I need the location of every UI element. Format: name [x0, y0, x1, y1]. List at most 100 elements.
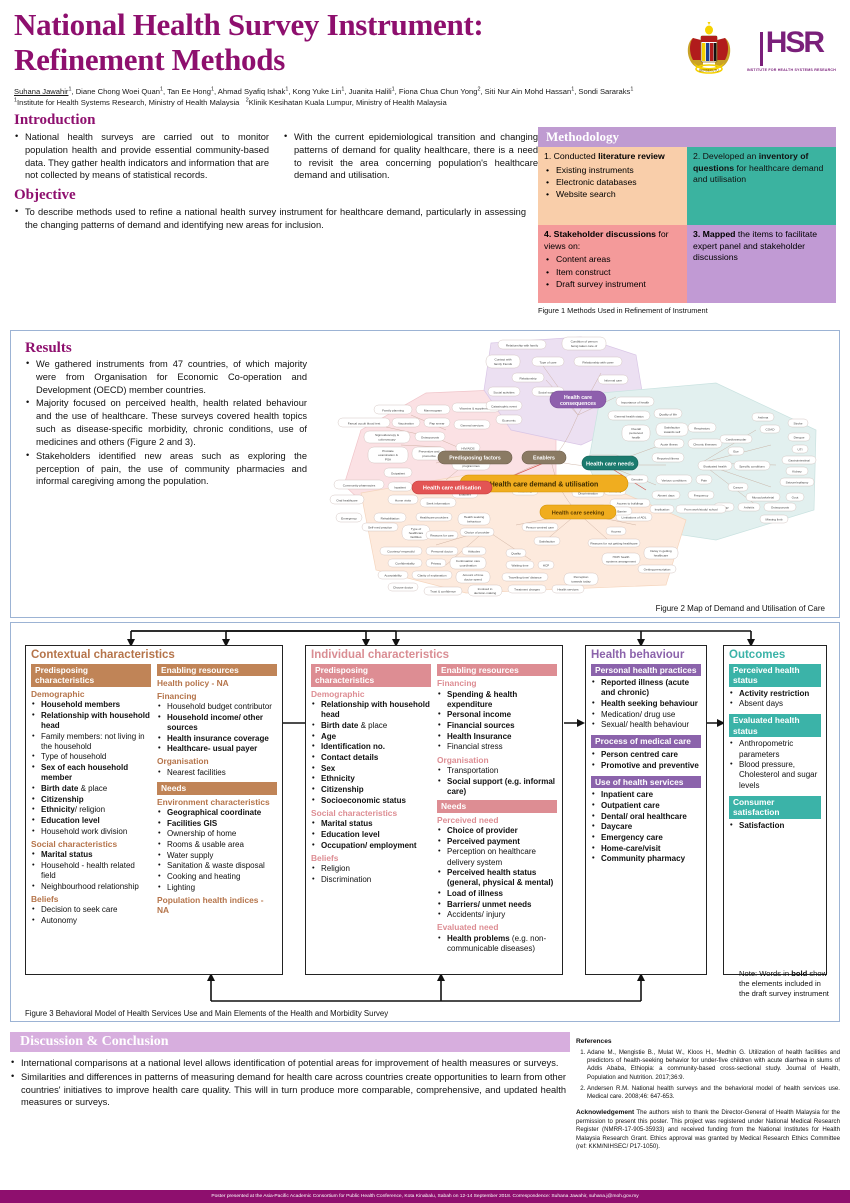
svg-text:Health care seeking: Health care seeking: [552, 510, 605, 516]
section-bar: Predisposing characteristics: [311, 663, 431, 687]
svg-text:General health status: General health status: [614, 414, 644, 418]
sub-heading: Demographic: [31, 688, 85, 699]
list-item: Item construct: [544, 266, 681, 279]
list-item: Social support (e.g. informal care): [437, 776, 557, 797]
leaf-node: Missing limb: [759, 514, 789, 524]
list-item: Household budget contributor: [157, 701, 277, 712]
svg-text:promotive: promotive: [422, 454, 436, 458]
list-item: Neighbourhood relationship: [31, 881, 151, 892]
svg-text:From work/study/ school: From work/study/ school: [684, 508, 718, 512]
leaf-node: Relationship with family: [497, 339, 547, 350]
svg-text:Chronic illnesses: Chronic illnesses: [693, 442, 717, 446]
section-bar: Predisposing characteristics: [31, 663, 151, 687]
list-item: Health seeking behaviour: [591, 698, 701, 709]
svg-text:Emergency: Emergency: [341, 516, 357, 520]
leaf-node: From work/study/ school: [675, 504, 727, 514]
sub-heading: Financing: [437, 678, 477, 689]
leaf-node: Satisfactiontowards self: [655, 422, 689, 437]
svg-text:Attitudes: Attitudes: [468, 550, 480, 554]
leaf-node: Absent days: [651, 490, 681, 500]
list-item: To describe methods used to refine a nat…: [14, 205, 526, 232]
svg-text:HIV/AIDS: HIV/AIDS: [461, 446, 474, 450]
svg-text:colonoscopy: colonoscopy: [378, 437, 396, 441]
list-item: Lighting: [157, 882, 277, 893]
page-title-line2: Refinement Methods: [14, 41, 285, 77]
item-list: Household members Relationship with hous…: [31, 699, 151, 837]
svg-text:Musculoskeletal: Musculoskeletal: [752, 496, 774, 500]
figure3-box-outcomes: Outcomes Perceived health status Activit…: [723, 645, 827, 975]
svg-text:Economic: Economic: [502, 418, 516, 422]
leaf-node: Dengue: [787, 432, 811, 442]
list-item: Dental/ oral healthcare: [591, 811, 701, 822]
section-bar: Use of health services: [591, 775, 701, 789]
list-item: Education level: [311, 829, 431, 840]
svg-text:Person-centred care: Person-centred care: [526, 526, 554, 530]
methodology-step-4-bullets: Content areas Item construct Draft surve…: [544, 253, 681, 290]
svg-text:Seek information: Seek information: [426, 501, 449, 505]
box-title: Contextual characteristics: [31, 649, 175, 661]
sub-heading: Demographic: [311, 688, 365, 699]
svg-text:BERSEKUTU: BERSEKUTU: [699, 68, 719, 72]
list-item: Family members: not living in the househ…: [31, 731, 151, 752]
section-bar: Enabling resources: [437, 663, 557, 677]
list-item: With the current epidemiological transit…: [283, 130, 538, 182]
svg-text:Healthcare providers: Healthcare providers: [420, 516, 449, 520]
list-item: Facilities GIS: [157, 818, 277, 829]
leaf-node: Reasons for care: [425, 530, 459, 540]
list-item: Inpatient care: [591, 789, 701, 800]
author-list: Suhana Jawahir1, Diane Chong Woei Quan1,…: [14, 86, 634, 97]
svg-text:Genuine: Genuine: [631, 478, 643, 482]
section-bar: Evaluated health status: [729, 714, 821, 738]
leaf-node: Treatment charges: [507, 584, 547, 594]
svg-text:Acute illness: Acute illness: [660, 442, 678, 446]
leaf-node: Cancer: [727, 482, 749, 492]
svg-text:Kidney: Kidney: [792, 470, 802, 474]
methodology-step-2: 2. Developed an inventory of questions f…: [687, 147, 836, 225]
introduction-bullets-left: National health surveys are carried out …: [14, 130, 269, 182]
figure-2-mindmap: Family planning Mammogram Faecal occult …: [316, 335, 836, 597]
svg-text:Relationship: Relationship: [519, 376, 536, 380]
page-title: National Health Survey Instrument: Refin…: [14, 7, 654, 77]
svg-text:Waiting time: Waiting time: [512, 564, 529, 568]
leaf-node: HIV/AIDS: [455, 442, 481, 453]
leaf-node: Inpatient: [387, 481, 413, 492]
list-item: Cooking and heating: [157, 871, 277, 882]
leaf-node: Access to buildings: [609, 498, 651, 508]
leaf-node: Rehabilitation: [373, 512, 407, 523]
list-item: Sex of each household member: [31, 762, 151, 783]
leaf-node: Osteoporosis: [763, 502, 797, 512]
hub-node-enablers: Enablers: [521, 450, 567, 465]
leaf-node: Travelling time/ distance: [501, 572, 549, 582]
list-item: Nearest facilities: [157, 767, 277, 778]
svg-text:coordination: coordination: [460, 563, 477, 567]
logo-group: BERSEKUTU HSR INSTITUTE FOR HEALTH SYSTE…: [681, 21, 836, 78]
svg-text:Vaccination: Vaccination: [398, 421, 414, 425]
svg-text:Health services: Health services: [557, 588, 579, 592]
svg-text:Reported illness: Reported illness: [657, 456, 680, 460]
item-list: Choice of provider Perceived payment Per…: [437, 825, 557, 920]
section-bar: Personal health practices: [591, 663, 701, 677]
list-item: Household members: [31, 699, 151, 710]
svg-text:Rehabilitation: Rehabilitation: [381, 516, 400, 520]
list-item: Identification no.: [311, 741, 431, 752]
list-item: Household income/ other sources: [157, 712, 277, 733]
leaf-node: Seek information: [419, 497, 457, 508]
item-list: Household budget contributor Household i…: [157, 701, 277, 754]
leaf-node: Acute illness: [653, 438, 685, 449]
leaf-node: Prostateexamination &PSA: [367, 446, 409, 464]
svg-text:Quality: Quality: [511, 552, 521, 556]
leaf-node: Perceptiontowards today: [563, 572, 599, 586]
svg-text:programmes: programmes: [462, 464, 480, 468]
svg-text:Inpatient: Inpatient: [394, 485, 406, 489]
individual-enabling-column: Enabling resources Financing Spending & …: [437, 663, 557, 955]
methodology-step-4: 4. Stakeholder discussions for views on:…: [538, 225, 687, 303]
leaf-node: Cardiovascular: [719, 434, 753, 444]
svg-text:Various conditions: Various conditions: [661, 478, 687, 482]
svg-text:Enablers: Enablers: [533, 456, 555, 462]
item-list: Geographical coordinate Facilities GIS O…: [157, 807, 277, 893]
list-item: Daycare: [591, 821, 701, 832]
sub-heading: Evaluated need: [437, 922, 499, 933]
list-item: Ethnicity/ religion: [31, 804, 151, 815]
svg-text:Informal care: Informal care: [604, 378, 622, 382]
list-item: Community pharmacy: [591, 853, 701, 864]
